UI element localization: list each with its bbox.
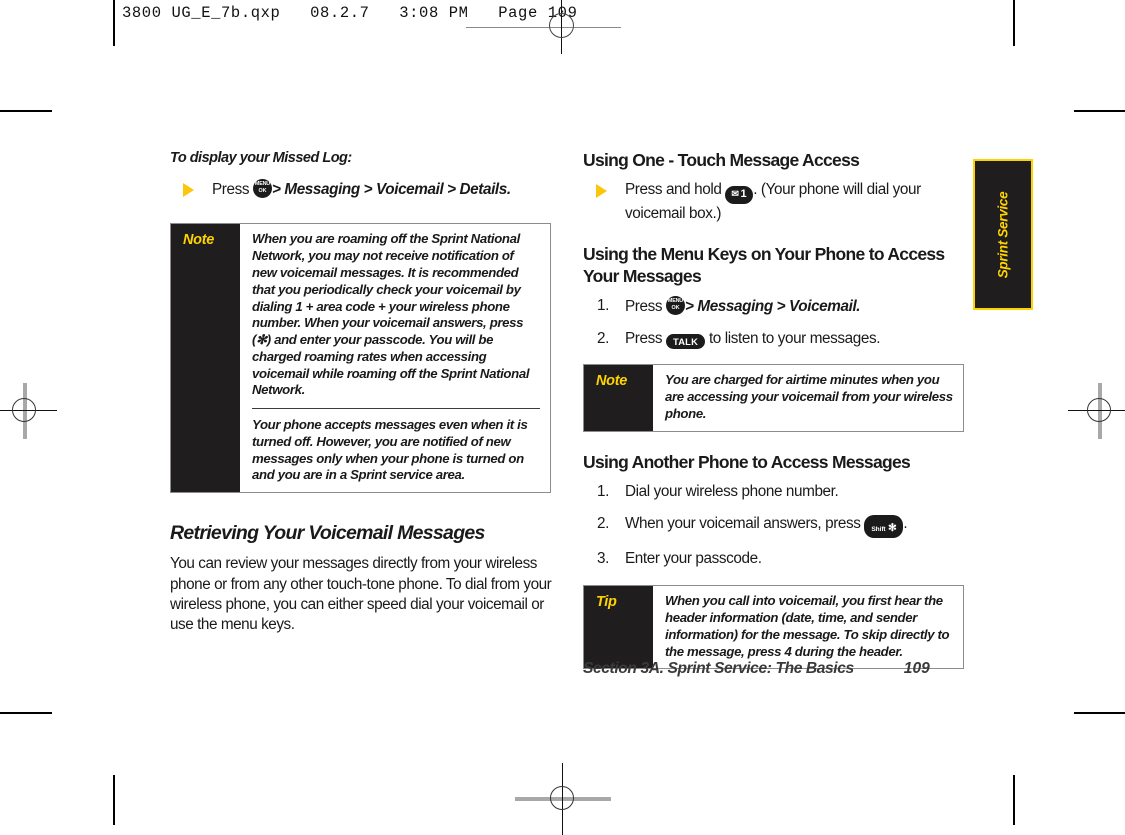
triangle-bullet-icon [183, 183, 194, 197]
manual-page: 3800 UG_E_7b.qxp 08.2.7 3:08 PM Page 109… [0, 0, 1125, 835]
another-phone-step-1: 1. Dial your wireless phone number. [583, 482, 966, 502]
step-number: 2. [597, 514, 609, 532]
tip-text-after: during the header. [791, 643, 903, 659]
step-text-post: to listen to your messages. [708, 329, 881, 347]
file-header-text: 3800 UG_E_7b.qxp 08.2.7 3:08 PM Page 109 [122, 4, 578, 22]
crop-mark-bottom-left [0, 712, 52, 714]
left-column: To display your Missed Log: Press MENU O… [170, 150, 553, 636]
crop-mark-top-right [1074, 110, 1125, 112]
thumb-tab-sprint-service: Sprint Service [973, 159, 1033, 310]
press-hold-label: Press and hold [625, 181, 722, 199]
registration-circle [549, 13, 574, 38]
page-footer: Section 3A. Sprint Service: The Basics 1… [583, 660, 1003, 678]
note-label: Note [584, 365, 653, 431]
file-header: 3800 UG_E_7b.qxp 08.2.7 3:08 PM Page 109 [0, 0, 1125, 54]
press-label: Press [212, 181, 250, 198]
footer-page-number: 109 [903, 660, 930, 677]
menu-ok-key-icon: MENU OK [665, 296, 685, 316]
step-text: Dial your wireless phone number. [625, 483, 839, 501]
step-text: Enter your passcode. [625, 549, 762, 567]
menu-keys-heading: Using the Menu Keys on Your Phone to Acc… [583, 244, 945, 286]
retrieving-voicemail-heading: Retrieving Your Voicemail Messages [170, 522, 485, 545]
one-touch-heading: Using One - Touch Message Access [583, 150, 860, 170]
menu-ok-key-icon: MENU OK [252, 179, 272, 198]
one-touch-bullet: Press and hold ✉ 1 . (Your phone will dia… [583, 180, 966, 224]
step-number: 1. [597, 297, 609, 315]
thumb-tab-label: Sprint Service [995, 191, 1011, 278]
registration-mark-bottom [515, 763, 611, 835]
registration-mark-header [537, 0, 587, 54]
right-column: Using One - Touch Message Access Press a… [583, 150, 966, 670]
registration-circle [1087, 398, 1111, 422]
tip-label: Tip [584, 586, 653, 669]
missed-log-heading: To display your Missed Log: [170, 150, 352, 166]
footer-section-title: Section 3A. Sprint Service: The Basics [583, 660, 854, 677]
crop-mark-footer-left [113, 775, 115, 825]
note-paragraph-2: Your phone accepts messages even when it… [252, 417, 528, 483]
note-body: When you are roaming off the Sprint Nati… [240, 224, 550, 492]
note-paragraph-1: When you are roaming off the Sprint Nati… [252, 231, 530, 398]
tip-callout: Tip When you call into voicemail, you fi… [583, 585, 964, 670]
note-callout-right: Note You are charged for airtime minutes… [583, 364, 964, 432]
step-text-pre: When your voicemail answers, press [625, 514, 861, 532]
another-phone-heading: Using Another Phone to Access Messages [583, 451, 911, 472]
step-number: 2. [597, 329, 609, 347]
step-text-post: > Messaging > Voicemail. [684, 298, 861, 316]
step-text-pre: Press [625, 298, 663, 316]
tip-body: When you call into voicemail, you first … [653, 586, 963, 668]
registration-mark-left [0, 383, 57, 439]
retrieving-voicemail-body: You can review your messages directly fr… [170, 555, 552, 634]
triangle-bullet-icon [596, 184, 607, 199]
note-callout-left: Note When you are roaming off the Sprint… [170, 223, 551, 494]
another-phone-step-2: 2. When your voicemail answers, press Sh… [583, 514, 966, 538]
menu-keys-step-2: 2. Press TALK to listen to your messages… [583, 329, 966, 350]
voicemail-key-icon: ✉ 1 [725, 186, 754, 204]
note-divider [252, 408, 540, 410]
registration-circle [550, 786, 574, 810]
another-phone-step-3: 3. Enter your passcode. [583, 549, 966, 569]
crop-mark-top-left [0, 110, 52, 112]
talk-key-icon: TALK [665, 333, 706, 350]
step-text-post: . [903, 514, 908, 532]
note-label: Note [171, 224, 240, 493]
shift-star-key-icon: Shift ✻ [864, 515, 904, 538]
registration-circle [12, 398, 36, 422]
missed-log-bullet: Press MENU OK > Messaging > Voicemail > … [170, 179, 553, 200]
registration-mark-right [1068, 383, 1125, 439]
step-number: 3. [597, 549, 609, 567]
note-body: You are charged for airtime minutes when… [653, 365, 963, 430]
step-text-pre: Press [625, 329, 663, 347]
note-paragraph-1: You are charged for airtime minutes when… [665, 372, 953, 421]
menu-path: > Messaging > Voicemail > Details. [271, 181, 511, 198]
crop-mark-footer-right [1013, 775, 1015, 825]
menu-keys-step-1: 1. Press MENU OK > Messaging > Voicemail… [583, 296, 966, 317]
tip-paragraph: When you call into voicemail, you first … [665, 593, 953, 660]
crop-mark-bottom-right [1074, 712, 1125, 714]
step-number: 1. [597, 483, 609, 501]
